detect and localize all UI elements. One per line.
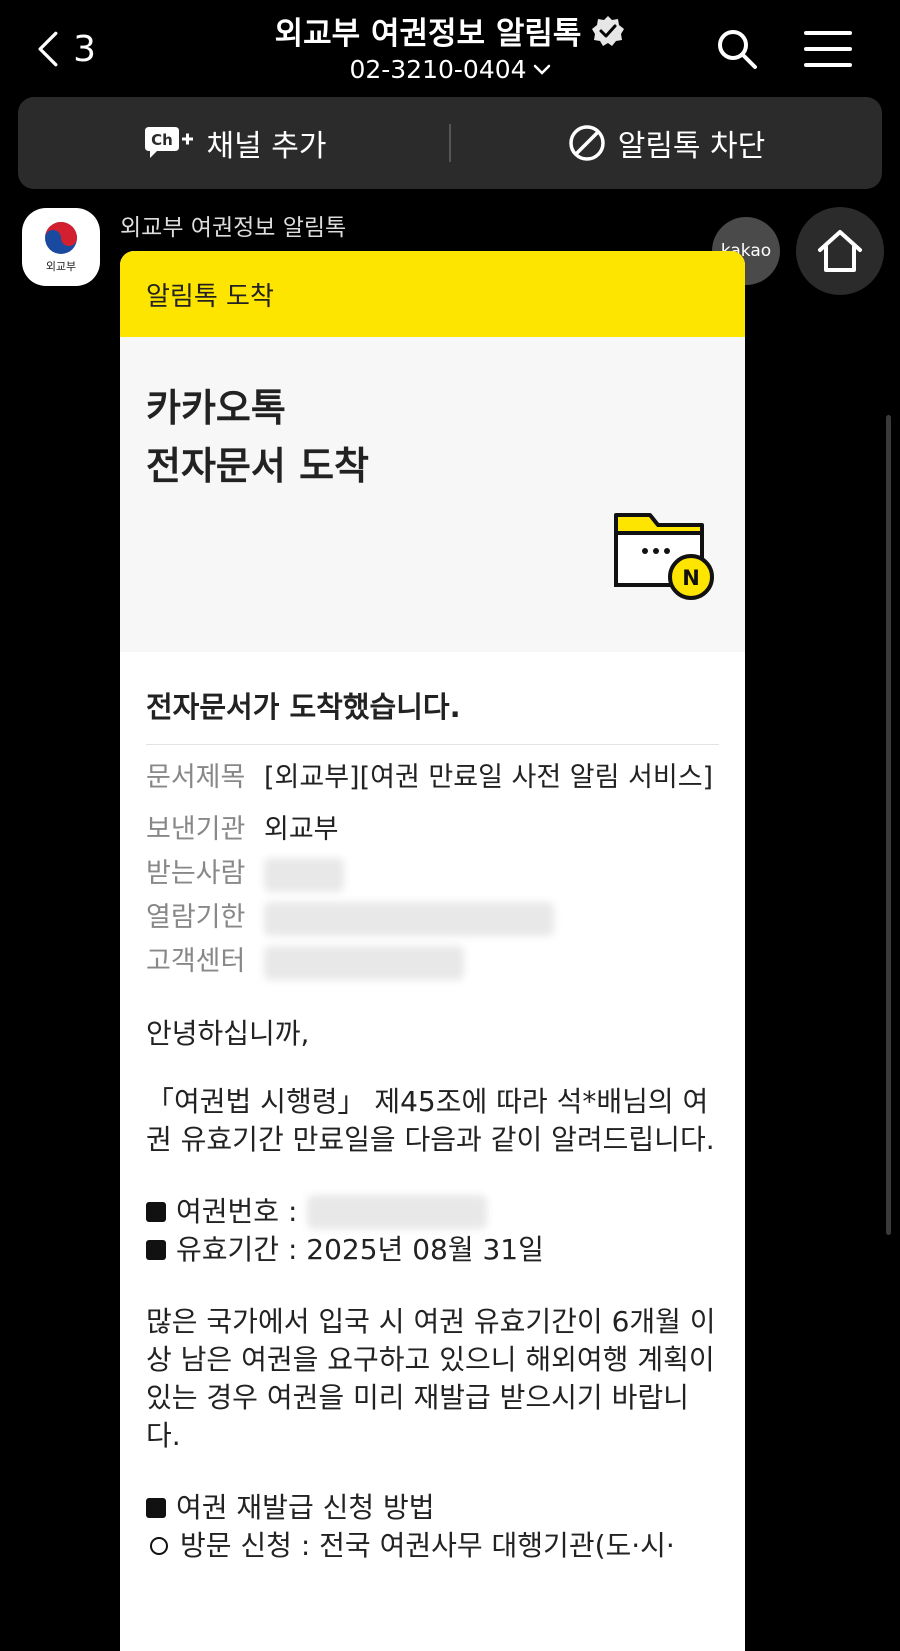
arrived-heading: 전자문서가 도착했습니다.	[146, 652, 719, 745]
meta-expiry: 열람기한	[146, 899, 719, 937]
taegeuk-logo-icon	[45, 222, 77, 254]
reissue-section: 여권 재발급 신청 방법 방문 신청 : 전국 여권사무 대행기관(도·시·	[146, 1489, 719, 1565]
add-channel-button[interactable]: Ch 채널 추가	[18, 121, 449, 165]
hero-title: 카카오톡 전자문서 도착	[146, 379, 369, 495]
chat-title: 외교부 여권정보 알림톡	[275, 8, 626, 53]
home-button[interactable]	[796, 207, 884, 295]
hero-title-line: 카카오톡	[146, 386, 286, 430]
card-body: 전자문서가 도착했습니다. 문서제목 [외교부][여권 만료일 사전 알림 서비…	[120, 652, 745, 1565]
meta-support: 고객센터	[146, 943, 719, 981]
validity-row: 유효기간 : 2025년 08월 31일	[146, 1231, 719, 1269]
meta-key: 보낸기관	[146, 814, 246, 845]
bullet-square	[146, 1498, 166, 1518]
notice-text: 「여권법 시행령」 제45조에 따라 석*배님의 여권 유효기간 만료일을 다음…	[146, 1085, 715, 1156]
reissue-title: 여권 재발급 신청 방법	[176, 1491, 435, 1524]
meta-value: 외교부	[264, 814, 339, 845]
meta-key: 고객센터	[146, 946, 246, 977]
add-channel-label: 채널 추가	[206, 129, 327, 164]
scrollbar[interactable]	[886, 415, 891, 1235]
meta-key: 받는사람	[146, 858, 246, 889]
block-alimtalk-label: 알림톡 차단	[617, 129, 766, 164]
new-badge: N	[682, 566, 700, 590]
reissue-title-row: 여권 재발급 신청 방법	[146, 1489, 719, 1527]
phone-number-dropdown[interactable]: 02-3210-0404	[349, 55, 550, 84]
meta-key: 열람기한	[146, 902, 246, 933]
sender-name: 외교부 여권정보 알림톡	[120, 215, 347, 241]
message-card: 알림톡 도착 카카오톡 전자문서 도착 N 전자문서가 도착했습니다. 문서제목…	[120, 251, 745, 1651]
meta-doc-title: 문서제목 [외교부][여권 만료일 사전 알림 서비스]	[146, 759, 719, 797]
advice-text: 많은 국가에서 입국 시 여권 유효기간이 6개월 이상 남은 여권을 요구하고…	[146, 1305, 724, 1452]
card-hero: 카카오톡 전자문서 도착 N	[120, 337, 745, 652]
chat-header: 외교부 여권정보 알림톡 02-3210-0404	[200, 8, 700, 84]
sender-avatar[interactable]: 외교부	[22, 208, 100, 286]
doc-meta: 문서제목 [외교부][여권 만료일 사전 알림 서비스] 보낸기관 외교부 받는…	[146, 759, 719, 981]
card-header: 알림톡 도착	[120, 251, 745, 337]
passport-number-label: 여권번호 :	[176, 1195, 298, 1228]
back-button[interactable]: 3	[36, 24, 96, 74]
validity-text: 유효기간 : 2025년 08월 31일	[176, 1233, 544, 1266]
meta-recipient: 받는사람	[146, 855, 719, 893]
visit-apply-row: 방문 신청 : 전국 여권사무 대행기관(도·시·	[146, 1527, 719, 1565]
search-icon	[718, 30, 757, 69]
verified-badge-icon	[592, 15, 625, 46]
channel-action-bar: Ch 채널 추가 알림톡 차단	[18, 97, 882, 189]
redacted-value	[264, 901, 554, 936]
search-button[interactable]	[712, 24, 762, 74]
redacted-value	[264, 857, 344, 892]
hero-title-line: 전자문서 도착	[146, 444, 369, 488]
hamburger-menu-icon	[804, 31, 852, 67]
phone-number-text: 02-3210-0404	[349, 55, 527, 84]
greeting-text: 안녕하십니까,	[146, 1017, 310, 1050]
avatar-label: 외교부	[45, 260, 77, 273]
bullet-square	[146, 1202, 166, 1222]
chat-title-text: 외교부 여권정보 알림톡	[274, 16, 582, 52]
menu-button[interactable]	[803, 24, 853, 74]
redacted-value	[264, 945, 464, 980]
meta-key: 문서제목	[146, 762, 246, 793]
passport-number-row: 여권번호 :	[146, 1193, 719, 1231]
passport-info: 여권번호 : 유효기간 : 2025년 08월 31일	[146, 1193, 719, 1269]
channel-add-icon: Ch	[144, 127, 193, 158]
svg-text:Ch: Ch	[151, 131, 173, 149]
home-icon	[818, 230, 862, 272]
block-icon	[568, 125, 605, 161]
chevron-down-icon	[533, 64, 550, 75]
unread-count: 3	[73, 28, 96, 70]
visit-apply-text: 방문 신청 : 전국 여권사무 대행기관(도·시·	[180, 1529, 675, 1562]
bullet-square	[146, 1240, 166, 1260]
meta-value: [외교부][여권 만료일 사전 알림 서비스]	[264, 762, 714, 793]
meta-sender: 보낸기관 외교부	[146, 811, 719, 849]
redacted-value	[307, 1195, 488, 1229]
block-alimtalk-button[interactable]: 알림톡 차단	[451, 121, 882, 165]
document-folder-icon: N	[614, 513, 714, 600]
bullet-circle	[150, 1537, 168, 1555]
chevron-left-icon	[38, 31, 58, 67]
